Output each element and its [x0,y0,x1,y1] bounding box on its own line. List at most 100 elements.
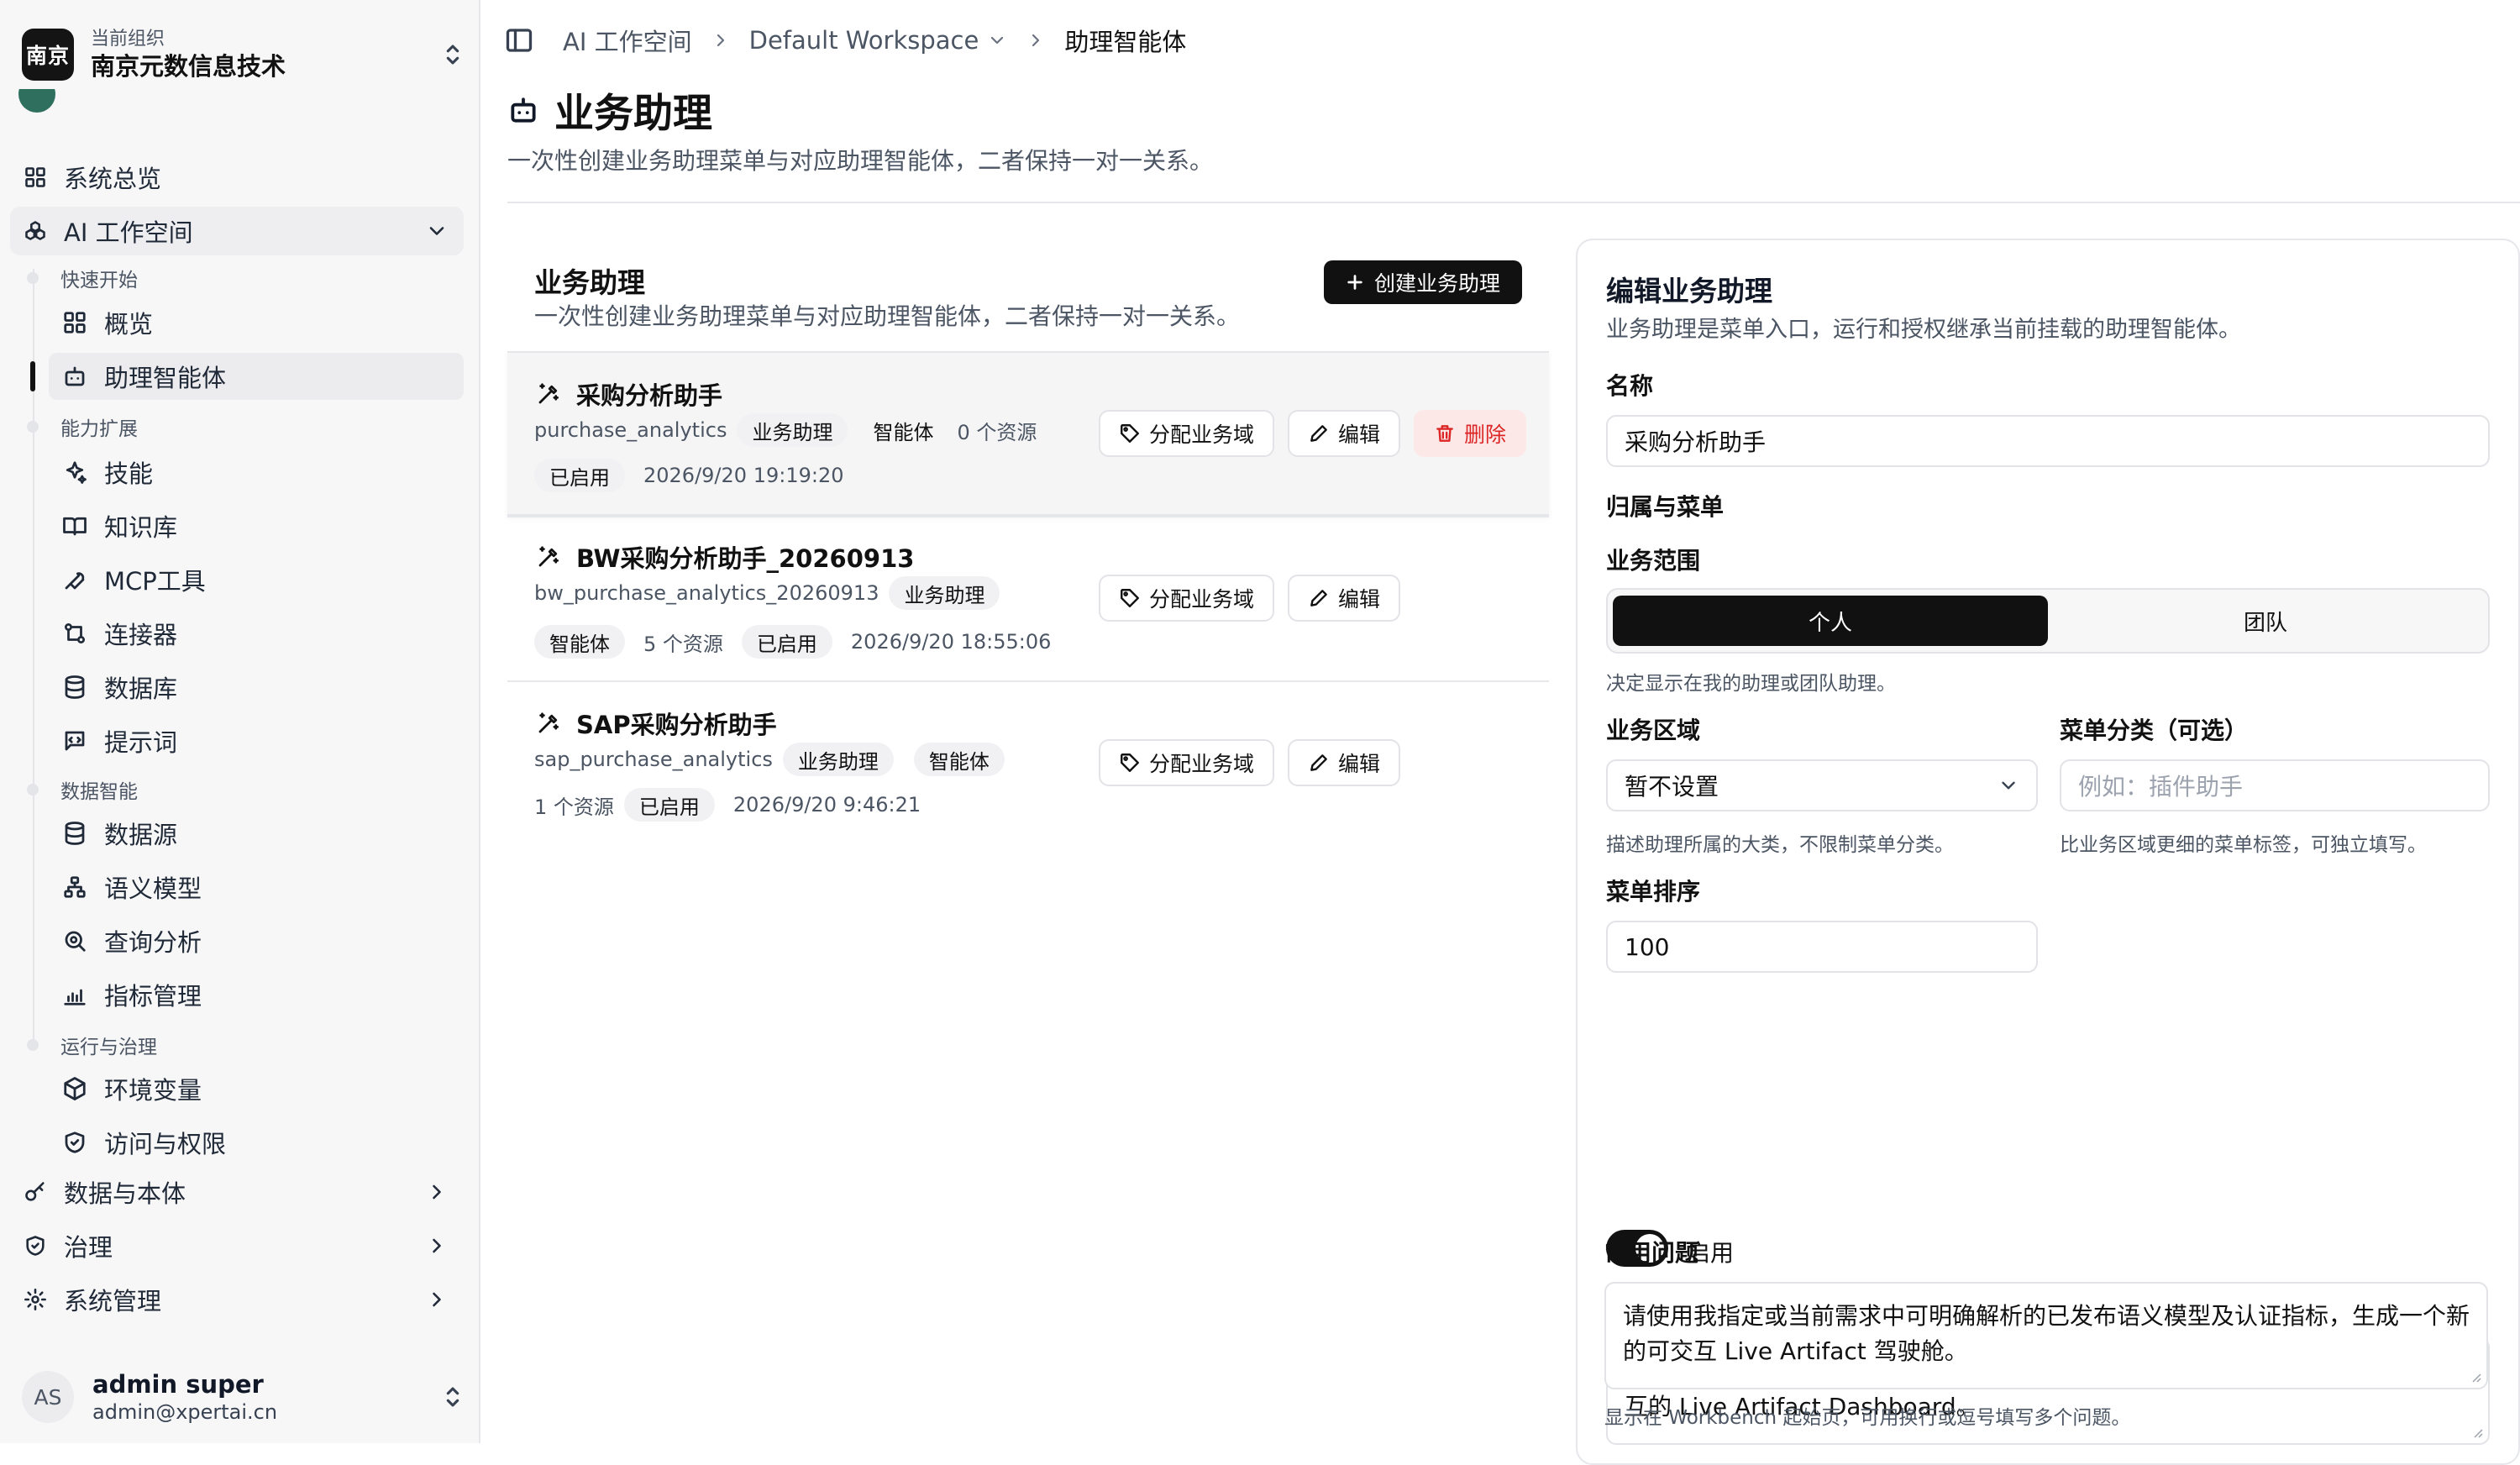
chevron-right-icon [433,1184,441,1200]
page-description: 一次性创建业务助理菜单与对应助理智能体，二者保持一对一关系。 [507,147,1214,175]
area-label: 业务区域 [1606,717,1701,744]
nav-mcp[interactable]: MCP工具 [49,556,464,603]
type-badge: 业务助理 [782,743,894,776]
nav-query[interactable]: 查询分析 [49,917,464,964]
wand-icon [538,712,559,733]
item-meta-2: 1 个资源 已启用 2026/9/20 9:46:21 [534,788,929,822]
grid-icon [25,167,45,187]
nav-label: 系统总览 [64,165,162,193]
assign-domain-button[interactable]: 分配业务域 [1099,739,1275,786]
type-badge: 业务助理 [737,413,848,447]
area-select[interactable]: 暂不设置 [1606,759,2038,811]
database-icon [65,675,85,699]
nav-ai-workspace[interactable]: AI 工作空间 [10,207,464,255]
nav-governance[interactable]: 治理 [10,1221,464,1270]
nav-datasource[interactable]: 数据源 [49,810,464,857]
breadcrumb-current: 助理智能体 [1064,28,1187,56]
status-badge: 已启用 [623,788,715,822]
assign-domain-button[interactable]: 分配业务域 [1099,575,1275,622]
resize-grip-icon[interactable] [2470,1425,2483,1438]
scope-option-team[interactable]: 团队 [2048,596,2483,646]
org-switcher[interactable]: 南京 当前组织 南京元数信息技术 [22,24,467,86]
breadcrumb-workspace[interactable]: Default Workspace [749,26,979,55]
avatar: AS [22,1371,74,1423]
nav-assistant[interactable]: 助理智能体 [49,353,464,400]
item-title: 采购分析助手 [536,376,722,412]
order-label: 菜单排序 [1606,878,1701,906]
name-input[interactable]: 采购分析助手 [1606,415,2490,467]
nav-knowledge[interactable]: 知识库 [49,502,464,549]
edit-button[interactable]: 编辑 [1288,575,1401,622]
avatar-partial [18,89,55,118]
nav-summary[interactable]: 概览 [49,299,464,346]
edit-title: 编辑业务助理 [1606,275,1772,307]
chevrons-up-down-icon [446,1387,459,1407]
chevron-down-icon [429,227,444,235]
nav-connector[interactable]: 连接器 [49,610,464,657]
list-description: 一次性创建业务助理菜单与对应助理智能体，二者保持一对一关系。 [534,302,1241,330]
chevron-down-icon[interactable] [987,30,1007,50]
search-icon [65,931,86,952]
shield-check-icon [26,1236,45,1256]
plus-icon [1347,275,1362,290]
kind-badge: 智能体 [913,743,1005,776]
grid-icon [64,312,86,333]
breadcrumb-root[interactable]: AI 工作空间 [563,23,692,58]
faq-textarea[interactable]: 请使用我指定或当前需求中可明确解析的已发布语义模型及认证指标，生成一个新的可交互… [1604,1282,2488,1389]
panel-left-icon[interactable] [504,25,534,55]
item-title: SAP采购分析助手 [536,706,777,741]
message-square-icon [65,731,85,751]
category-label: 菜单分类（可选） [2060,717,2249,744]
nav-data-ontology[interactable]: 数据与本体 [10,1168,464,1216]
resource-count: 5 个资源 [643,632,723,656]
book-open-icon [63,517,87,536]
page-title-text: 业务助理 [554,91,712,137]
list-title: 业务助理 [534,266,645,299]
item-actions: 分配业务域 编辑 [1085,739,1401,786]
menu-section-label: 归属与菜单 [1606,493,1725,521]
resize-grip-icon[interactable] [2468,1369,2481,1383]
database-icon [65,822,85,845]
assign-domain-button[interactable]: 分配业务域 [1099,410,1275,457]
tag-icon [1121,424,1139,443]
delete-button[interactable]: 删除 [1414,410,1527,457]
type-badge: 业务助理 [889,576,1000,610]
user-name: admin super [92,1370,264,1399]
divider [507,202,2520,203]
nav-access[interactable]: 访问与权限 [49,1119,464,1166]
nav-semantic[interactable]: 语义模型 [49,864,464,911]
kind-badge: 智能体 [873,420,934,444]
chevron-right-icon [433,1292,441,1307]
edit-button[interactable]: 编辑 [1288,739,1401,786]
nav-database[interactable]: 数据库 [49,664,464,711]
create-assistant-button[interactable]: 创建业务助理 [1324,260,1522,304]
list-item[interactable]: 采购分析助手 purchase_analytics 业务助理 智能体 0 个资源… [507,351,1549,516]
group-ops: 运行与治理 [27,1030,157,1060]
area-hint: 描述助理所属的大类，不限制菜单分类。 [1606,834,1954,856]
nav-system-admin[interactable]: 系统管理 [10,1275,464,1324]
category-input[interactable]: 例如：插件助手 [2060,759,2490,811]
boxes-icon [25,221,45,240]
git-compare-icon [65,623,85,643]
nav-env[interactable]: 环境变量 [49,1065,464,1112]
nav-label: AI 工作空间 [64,218,193,247]
package-icon [64,1077,86,1100]
order-input[interactable]: 100 [1606,921,2038,973]
scope-option-personal[interactable]: 个人 [1613,596,2048,646]
timestamp: 2026/9/20 9:46:21 [732,793,921,817]
nav-prompt[interactable]: 提示词 [49,717,464,764]
org-logo: 南京 [22,29,74,81]
item-meta-2: 智能体 5 个资源 已启用 2026/9/20 18:55:06 [534,625,1059,659]
page-title: 业务助理 [507,81,712,139]
list-item[interactable]: BW采购分析助手_20260913 bw_purchase_analytics_… [507,516,1549,680]
item-actions: 分配业务域 编辑 删除 [1085,410,1527,457]
nav-metrics[interactable]: 指标管理 [49,971,464,1018]
nav-skills[interactable]: 技能 [49,449,464,496]
breadcrumb: AI 工作空间 Default Workspace 助理智能体 [504,18,1186,62]
list-item[interactable]: SAP采购分析助手 sap_purchase_analytics 业务助理 智能… [507,680,1549,845]
wand-icon [538,383,559,404]
key-icon [25,1182,45,1201]
edit-button[interactable]: 编辑 [1288,410,1401,457]
nav-system-overview[interactable]: 系统总览 [10,153,464,202]
user-menu[interactable]: AS admin super admin@xpertai.cn [22,1365,467,1429]
